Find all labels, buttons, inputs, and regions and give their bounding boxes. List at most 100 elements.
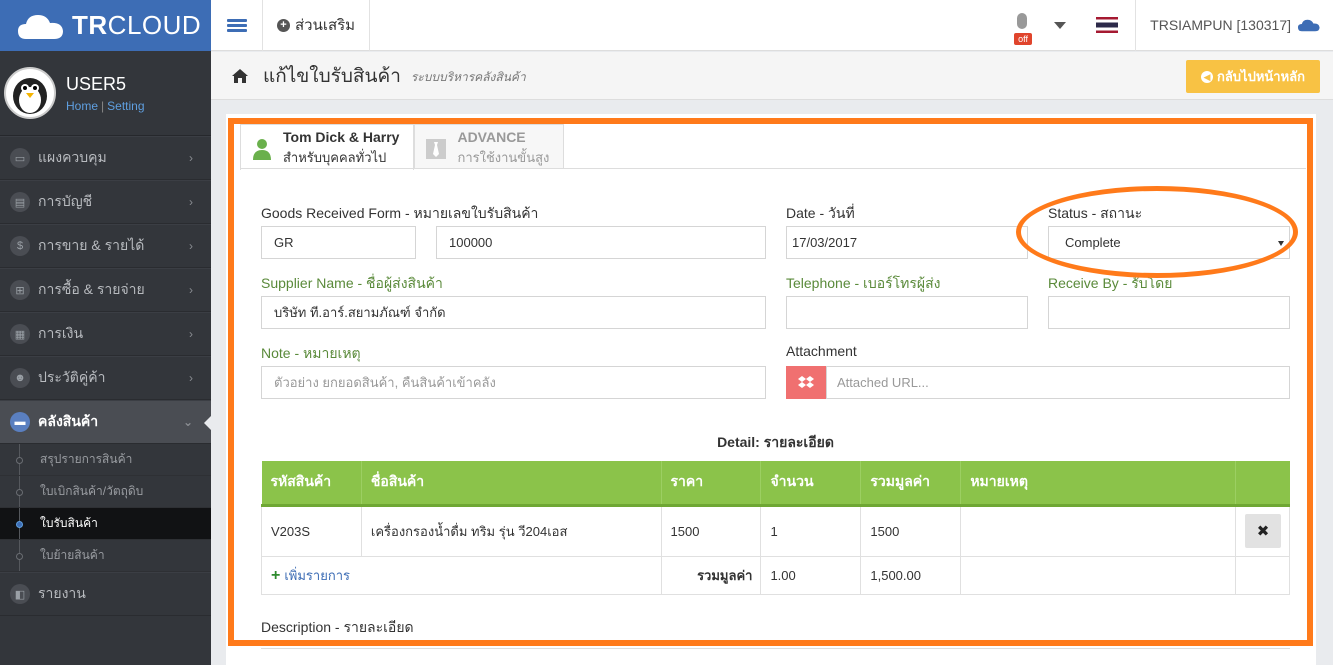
cell-code[interactable]: V203S [261, 504, 362, 557]
cell-note[interactable] [960, 504, 1236, 557]
dropbox-icon [798, 375, 814, 388]
gr-label: Goods Received Form - หมายเลขใบรับสินค้า [261, 205, 539, 221]
chevron-right-icon: › [189, 195, 193, 209]
cell-name[interactable]: เครื่องกรองน้ำดื่ม ทริม รุ่น วี204เอส [360, 504, 662, 557]
sidebar-item-warehouse[interactable]: ▬ คลังสินค้า ⌄ [0, 400, 212, 444]
note-label: Note - หมายเหตุ [261, 345, 361, 361]
tab-bar: Tom Dick & Harry สำหรับบุคคลทั่วไป ADVAN… [240, 124, 565, 170]
supplier-input[interactable]: บริษัท ที.อาร์.สยามภัณฑ์ จำกัด [261, 296, 766, 329]
sum-row: + เพิ่มรายการ รวมมูลค่า 1.00 1,500.00 [261, 555, 1291, 595]
tie-icon [426, 139, 447, 159]
date-label: Date - วันที่ [786, 205, 855, 221]
attachment-url-input[interactable]: Attached URL... [826, 366, 1290, 399]
chevron-right-icon: › [189, 283, 193, 297]
user-panel: USER5 Home | Setting [0, 51, 211, 136]
status-value: Complete [1065, 235, 1121, 250]
cart-icon: ⊞ [10, 280, 30, 300]
page-header: แก้ไขใบรับสินค้า ระบบบริหารคลังสินค้า ◀ … [211, 52, 1333, 100]
sidebar-item-report[interactable]: ◧ รายงาน [0, 572, 211, 616]
dropdown-caret-icon[interactable] [1042, 21, 1078, 29]
users-icon: ☻ [10, 368, 30, 388]
sidebar-item-partners[interactable]: ☻ ประวัติคู่ค้า › [0, 356, 211, 400]
gr-prefix-input[interactable]: GR [261, 226, 416, 259]
add-item-link[interactable]: + เพิ่มรายการ [271, 566, 350, 584]
book-icon: ▤ [10, 192, 30, 212]
brand-name-bold: TR [72, 10, 108, 40]
chevron-right-icon: › [189, 239, 193, 253]
sidebar-item-dashboard[interactable]: ▭ แผงควบคุม › [0, 136, 211, 180]
telephone-input[interactable] [786, 296, 1028, 329]
user-name: USER5 [66, 73, 127, 94]
status-label: Status - สถานะ [1048, 205, 1143, 221]
arrow-left-circle-icon: ◀ [1200, 70, 1213, 83]
attachment-label: Attachment [786, 343, 857, 359]
delete-row-button[interactable]: ✖ [1244, 514, 1281, 548]
sidebar-item-finance[interactable]: ▦ การเงิน › [0, 312, 211, 356]
brand-logo[interactable]: TRCLOUD [0, 0, 211, 51]
telephone-label: Telephone - เบอร์โทรผู้ส่ง [786, 275, 941, 291]
language-flag-button[interactable] [1078, 0, 1137, 51]
sidebar-subitem-summary[interactable]: สรุปรายการสินค้า [0, 444, 211, 476]
chevron-down-icon: ⌄ [182, 415, 193, 429]
page-subtitle: ระบบบริหารคลังสินค้า [410, 70, 526, 84]
description-label: Description - รายละเอียด [261, 619, 414, 635]
col-code: รหัสสินค้า [261, 461, 362, 507]
cell-price[interactable]: 1500 [660, 504, 762, 557]
chevron-right-icon: › [189, 327, 193, 341]
truck-icon: ▬ [10, 412, 30, 432]
home-link[interactable]: Home [66, 99, 98, 113]
chevron-right-icon: › [189, 151, 193, 165]
plus-icon: + [271, 566, 281, 584]
sidebar-item-purchase[interactable]: ⊞ การซื้อ & รายจ่าย › [0, 268, 211, 312]
status-select[interactable]: Complete [1048, 226, 1290, 259]
tab-advance[interactable]: ADVANCE การใช้งานขั้นสูง [414, 124, 565, 169]
user-icon [253, 139, 271, 160]
brand-name-rest: CLOUD [107, 10, 202, 40]
microphone-button[interactable]: off [1002, 0, 1042, 51]
supplier-label: Supplier Name - ชื่อผู้ส่งสินค้า [261, 275, 443, 291]
detail-table: รหัสสินค้า ชื่อสินค้า ราคา จำนวน รวมมูลค… [261, 461, 1291, 595]
dropbox-button[interactable] [786, 366, 826, 399]
plus-circle-icon: + [277, 18, 290, 32]
col-name: ชื่อสินค้า [361, 461, 662, 507]
sum-qty: 1.00 [760, 555, 862, 595]
sidebar-subitem-requisition[interactable]: ใบเบิกสินค้า/วัตถุดิบ [0, 476, 211, 508]
sidebar-subitem-goods-received[interactable]: ใบรับสินค้า [0, 508, 211, 540]
sidebar-item-sales[interactable]: $ การขาย & รายได้ › [0, 224, 211, 268]
page-title: แก้ไขใบรับสินค้า [263, 65, 401, 87]
col-qty: จำนวน [760, 461, 862, 507]
sidebar-item-accounting[interactable]: ▤ การบัญชี › [0, 180, 211, 224]
close-icon: ✖ [1256, 523, 1270, 540]
sidebar: TRCLOUD USER5 Home | Setting ▭ แผงควบคุม ›… [0, 0, 212, 665]
receive-by-input[interactable] [1048, 296, 1290, 329]
account-menu[interactable]: TRSIAMPUN [130317] [1136, 17, 1333, 33]
chevron-right-icon: › [189, 371, 193, 385]
report-icon: ◧ [10, 584, 30, 604]
col-price: ราคา [661, 461, 762, 507]
date-input[interactable]: 17/03/2017 [786, 226, 1028, 259]
receive-by-label: Receive By - รับโดย [1048, 275, 1173, 291]
cloud-icon [1297, 19, 1320, 32]
sum-total: 1,500.00 [860, 555, 962, 595]
calendar-icon: ▦ [10, 324, 30, 344]
microphone-icon [1017, 13, 1028, 29]
tab-basic[interactable]: Tom Dick & Harry สำหรับบุคคลทั่วไป [240, 124, 415, 170]
cloud-logo-icon [16, 11, 66, 41]
dollar-icon: $ [10, 236, 30, 256]
detail-title: Detail: รายละเอียด [717, 434, 834, 450]
addon-button[interactable]: + ส่วนเสริม [263, 0, 371, 51]
mic-off-badge: off [1014, 32, 1032, 45]
home-icon[interactable] [231, 68, 249, 84]
gr-number-input[interactable]: 100000 [436, 226, 766, 259]
monitor-icon: ▭ [10, 148, 30, 168]
cell-qty[interactable]: 1 [760, 504, 862, 557]
hamburger-menu-icon[interactable] [211, 0, 263, 51]
sidebar-subitem-transfer[interactable]: ใบย้ายสินค้า [0, 540, 211, 572]
note-input[interactable]: ตัวอย่าง ยกยอดสินค้า, คืนสินค้าเข้าคลัง [261, 366, 766, 399]
cell-total: 1500 [860, 504, 962, 557]
thai-flag-icon [1095, 17, 1118, 33]
back-to-main-button[interactable]: ◀ กลับไปหน้าหลัก [1186, 60, 1320, 93]
avatar[interactable] [4, 67, 56, 119]
top-bar: + ส่วนเสริม off TRSIAMPUN [130317] [211, 0, 1333, 51]
setting-link[interactable]: Setting [107, 99, 144, 113]
